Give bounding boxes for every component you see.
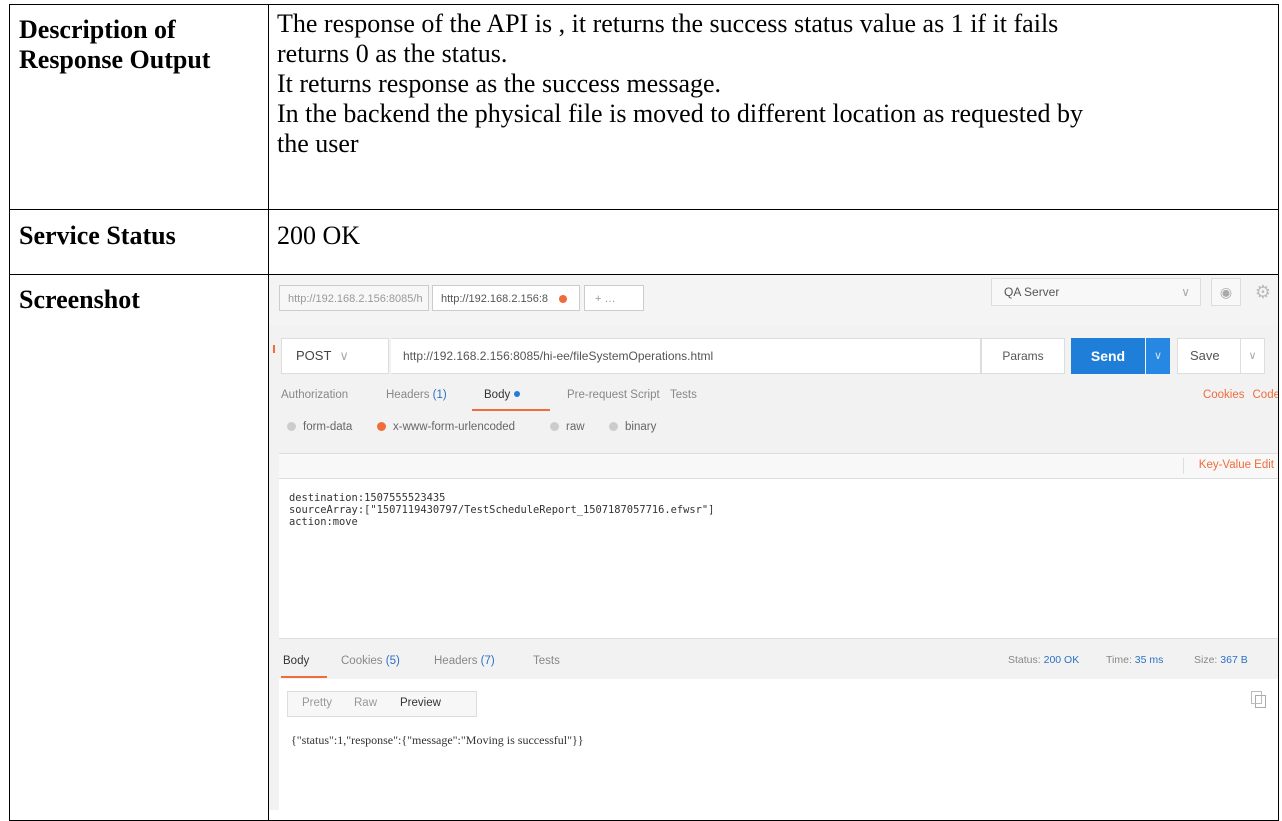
send-options-chevron-icon[interactable]: ∨ (1146, 338, 1170, 374)
radio-label: raw (566, 421, 585, 433)
status-readout: Status: 200 OK (1008, 654, 1079, 666)
request-tab-2-label: http://192.168.2.156:8 (441, 293, 549, 305)
api-doc-table: Description of Response Output The respo… (9, 4, 1279, 821)
value-line: the user (277, 129, 359, 158)
response-tab-headers-label: Headers (434, 655, 478, 667)
label-description-of-response-output: Description of Response Output (9, 4, 269, 210)
response-json-text: {"status":1,"response":{"message":"Movin… (291, 733, 584, 747)
tab-authorization[interactable]: Authorization (281, 389, 348, 401)
body-line: action:move (289, 516, 358, 528)
label-service-status: Service Status (9, 209, 269, 275)
time-readout: Time: 35 ms (1106, 654, 1163, 666)
method-label: POST (296, 348, 332, 363)
radio-label: binary (625, 421, 657, 433)
tab-headers[interactable]: Headers (1) (386, 389, 447, 401)
radio-icon (287, 422, 296, 431)
response-tab-tests[interactable]: Tests (533, 655, 560, 667)
unsaved-dot-icon (559, 295, 567, 303)
toolbar-divider (1183, 458, 1184, 474)
eye-icon[interactable]: ◉ (1211, 278, 1241, 306)
response-tab-underline (281, 676, 327, 678)
format-raw-button[interactable]: Raw (354, 697, 377, 709)
body-line: destination:1507555523435 (289, 492, 446, 504)
copy-icon[interactable] (1251, 691, 1266, 708)
value-line: The response of the API is , it returns … (277, 9, 1059, 38)
size-readout: Size: 367 B (1194, 654, 1248, 666)
body-editor-toolbar: Key-Value Edit (279, 453, 1278, 479)
tab-pre-request-script[interactable]: Pre-request Script (567, 389, 660, 401)
size-value: 367 B (1220, 654, 1248, 666)
radio-label: form-data (303, 421, 353, 433)
method-select[interactable]: POST ∨ (281, 338, 389, 374)
response-tab-headers[interactable]: Headers (7) (434, 655, 495, 667)
format-preview-button[interactable]: Preview (400, 697, 441, 709)
radio-icon (609, 422, 618, 431)
request-tab-1[interactable]: http://192.168.2.156:8085/h (279, 285, 429, 311)
label-line: Description of (19, 15, 176, 44)
cookies-count: (5) (385, 655, 400, 667)
headers-count: (7) (480, 655, 495, 667)
time-label: Time: (1106, 654, 1132, 666)
tab-tests[interactable]: Tests (670, 389, 697, 401)
postman-screenshot: http://192.168.2.156:8085/h http://192.1… (269, 275, 1278, 810)
new-tab-button[interactable]: + … (584, 285, 644, 311)
radio-x-www-form-urlencoded[interactable]: x-www-form-urlencoded (377, 421, 515, 433)
body-line: sourceArray:["1507119430797/TestSchedule… (289, 504, 715, 516)
label-line: Response Output (19, 45, 211, 74)
format-pretty-button[interactable]: Pretty (302, 697, 332, 709)
screenshot-cell: http://192.168.2.156:8085/h http://192.1… (268, 274, 1279, 821)
status-label: Status: (1008, 654, 1041, 666)
chevron-down-icon: ∨ (339, 348, 349, 363)
response-tab-cookies[interactable]: Cookies (5) (341, 655, 400, 667)
chevron-down-icon: ∨ (1181, 285, 1190, 299)
gear-icon[interactable]: ⚙ (1249, 278, 1277, 306)
tab-headers-label: Headers (386, 389, 430, 401)
request-body-editor[interactable]: destination:1507555523435 sourceArray:["… (279, 479, 1278, 639)
left-edge-marker (273, 345, 275, 353)
status-value: 200 OK (1043, 654, 1080, 666)
row-service-status: Service Status 200 OK (9, 209, 1279, 275)
label-screenshot: Screenshot (9, 274, 269, 821)
request-tab-2[interactable]: http://192.168.2.156:8 (432, 285, 580, 311)
value-line: It returns response as the success messa… (277, 69, 722, 98)
tab-body-label: Body (484, 389, 511, 401)
request-section-tabs: Authorization Headers (1) Body Pre-reque… (270, 379, 1278, 413)
environment-select[interactable]: QA Server ∨ (991, 278, 1201, 306)
send-button[interactable]: Send (1071, 338, 1145, 374)
radio-form-data[interactable]: form-data (287, 421, 352, 433)
size-label: Size: (1194, 654, 1218, 666)
radio-raw[interactable]: raw (550, 421, 585, 433)
environment-label: QA Server (1004, 285, 1060, 299)
radio-label: x-www-form-urlencoded (393, 421, 516, 433)
time-value: 35 ms (1134, 654, 1164, 666)
value-service-status: 200 OK (268, 209, 1279, 275)
save-options-chevron-icon[interactable]: ∨ (1241, 338, 1265, 374)
body-mode-options: form-data x-www-form-urlencoded raw bina… (270, 415, 1278, 445)
params-button[interactable]: Params (981, 338, 1065, 374)
row-screenshot: Screenshot http://192.168.2.156:8085/h h… (9, 274, 1279, 821)
active-tab-underline (472, 409, 550, 411)
response-tabs: Body Cookies (5) Headers (7) Tests Statu… (270, 643, 1278, 677)
save-button[interactable]: Save (1177, 338, 1241, 374)
key-value-edit-link[interactable]: Key-Value Edit (1199, 459, 1274, 471)
radio-icon (550, 422, 559, 431)
tab-body[interactable]: Body (484, 389, 521, 401)
value-line: In the backend the physical file is move… (277, 99, 1083, 128)
response-tab-cookies-label: Cookies (341, 655, 383, 667)
code-link[interactable]: Code (1253, 389, 1278, 401)
request-links: Cookies Code (1195, 389, 1278, 401)
response-format-toggle: Pretty Raw Preview (287, 691, 477, 717)
row-response-output: Description of Response Output The respo… (9, 4, 1279, 210)
headers-count: (1) (432, 389, 447, 401)
body-dot-icon (514, 391, 521, 397)
value-line: returns 0 as the status. (277, 39, 508, 68)
value-description-of-response-output: The response of the API is , it returns … (268, 4, 1279, 210)
url-input[interactable]: http://192.168.2.156:8085/hi-ee/fileSyst… (391, 338, 981, 374)
response-tab-body[interactable]: Body (283, 655, 309, 667)
radio-binary[interactable]: binary (609, 421, 656, 433)
radio-selected-icon (377, 422, 386, 431)
response-body-panel: Pretty Raw Preview {"status":1,"response… (279, 679, 1278, 810)
cookies-link[interactable]: Cookies (1203, 389, 1245, 401)
